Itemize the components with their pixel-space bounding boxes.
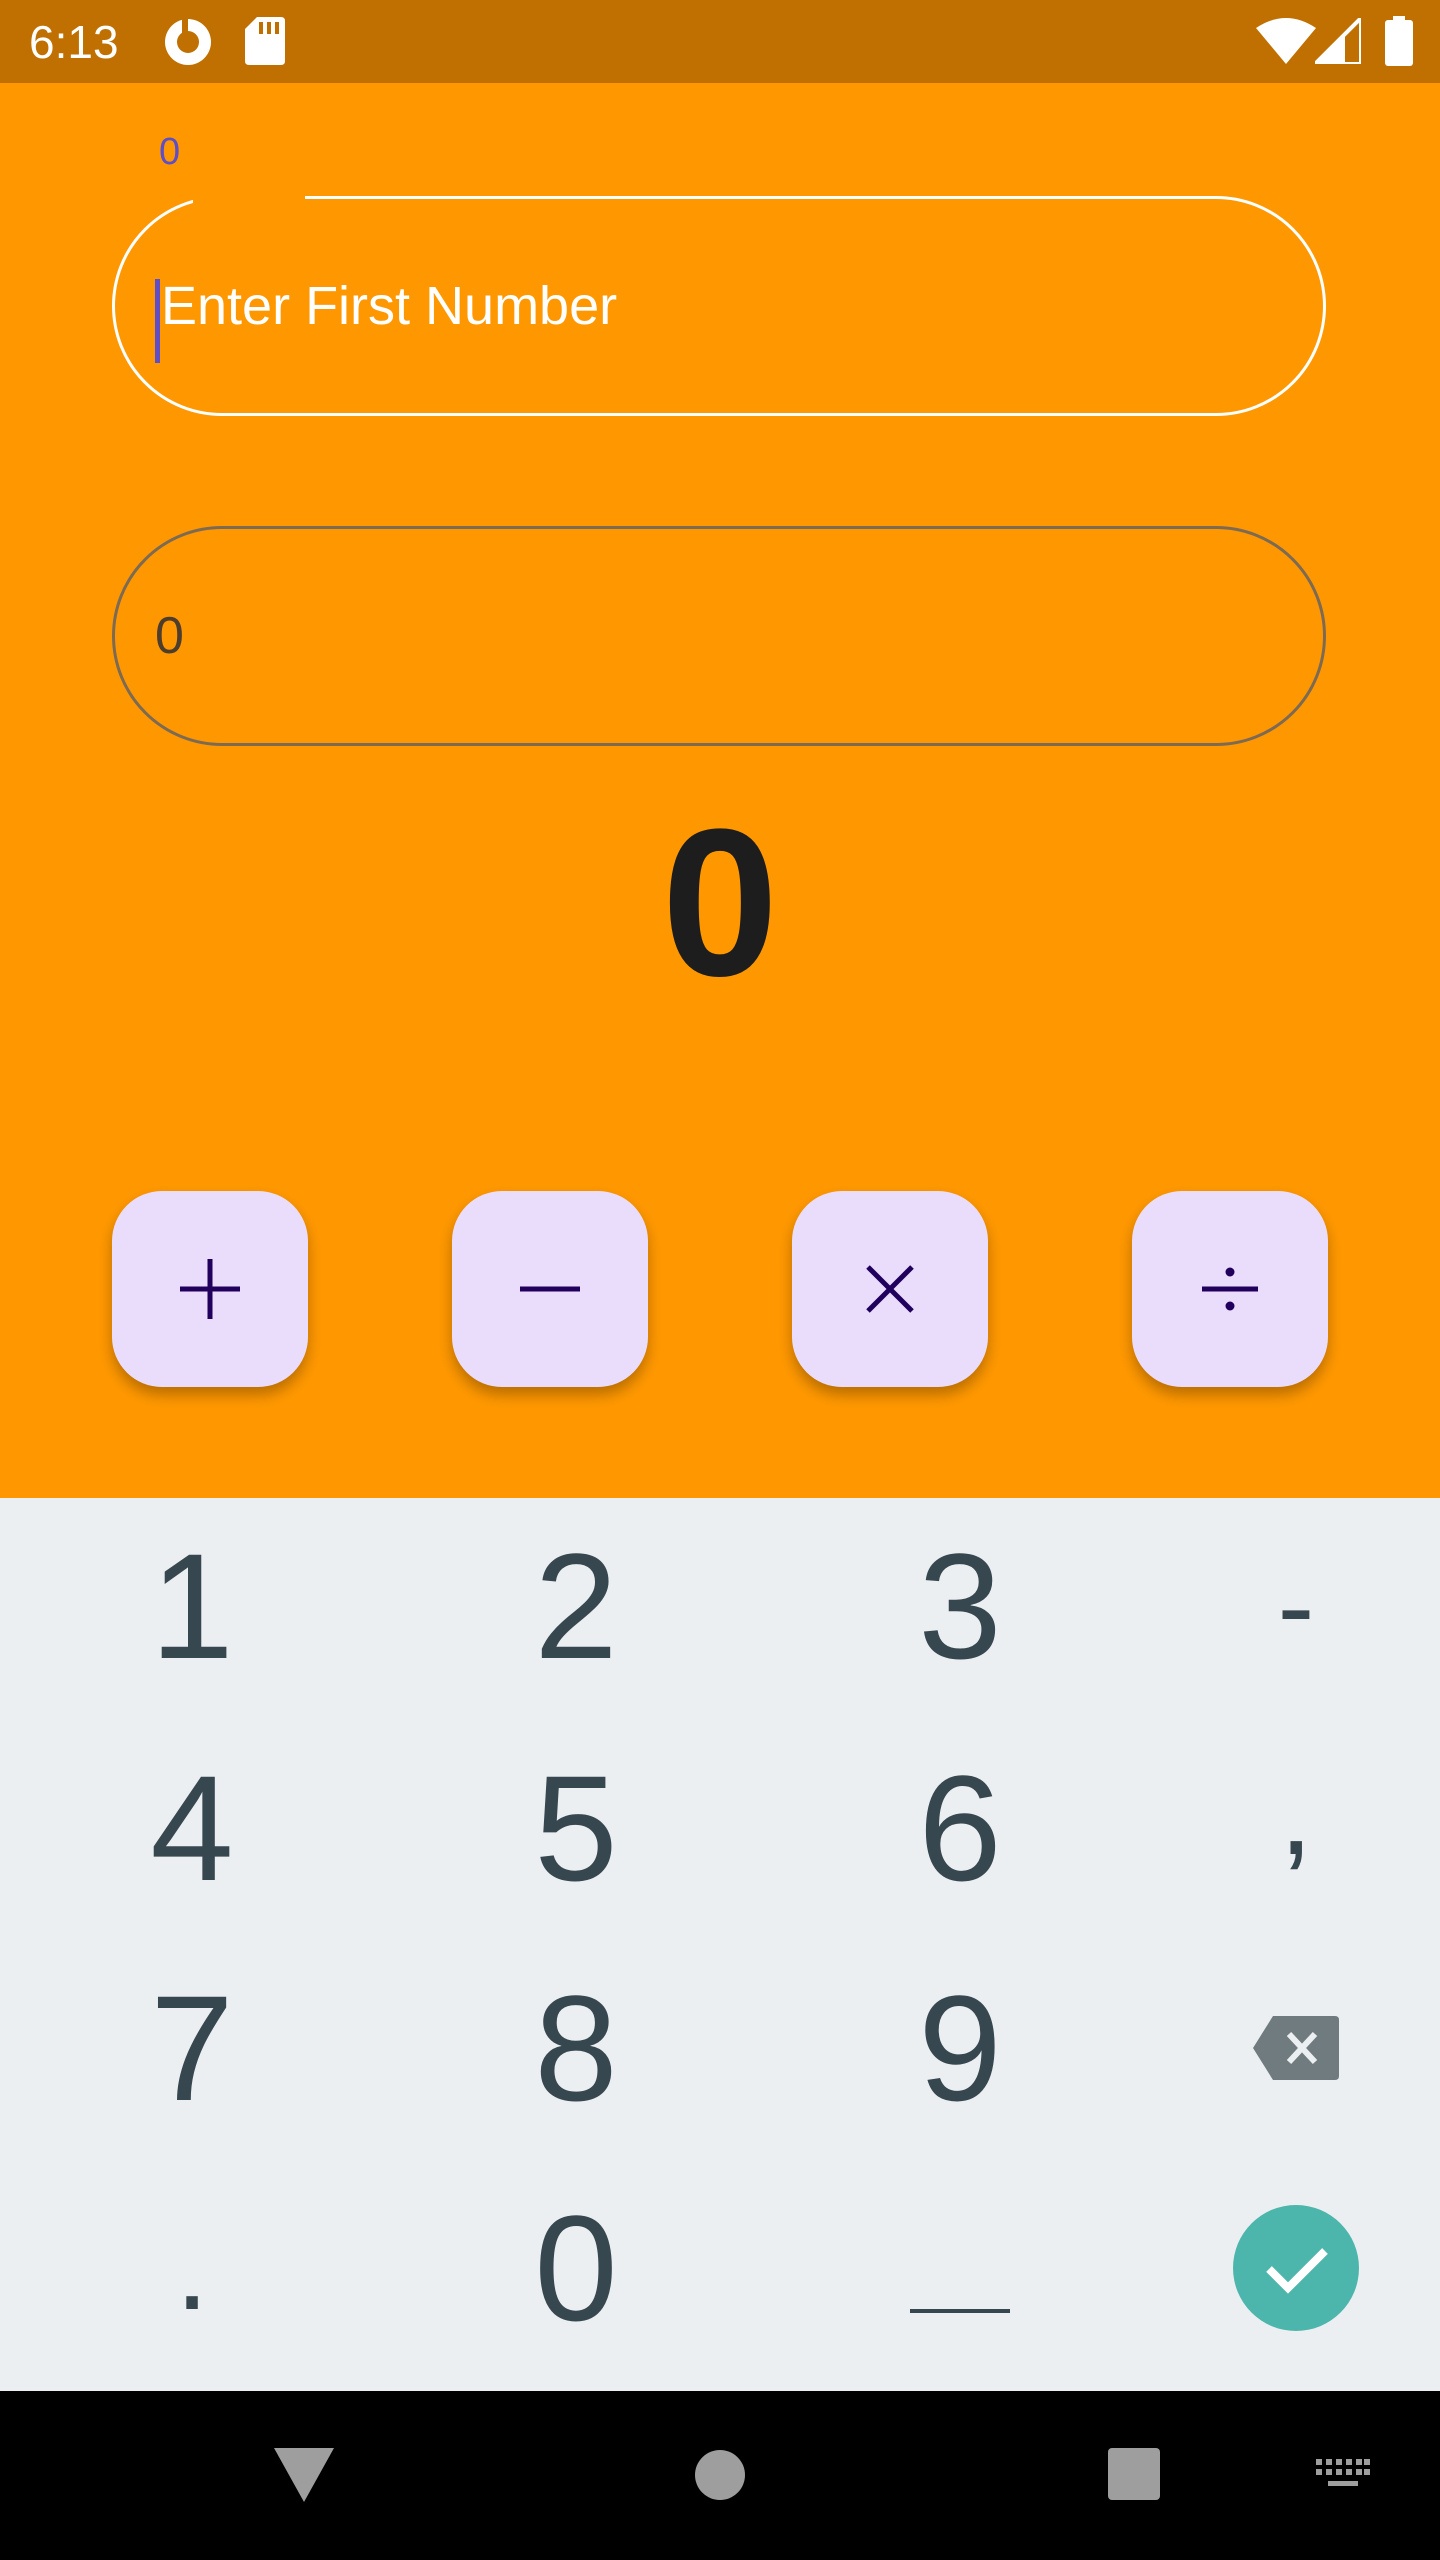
first-number-placeholder: Enter First Number — [161, 276, 618, 336]
key-4[interactable]: 4 — [42, 1728, 342, 1928]
add-button[interactable] — [112, 1191, 308, 1387]
key-dot[interactable]: . — [42, 2168, 342, 2368]
text-cursor — [155, 279, 160, 363]
key-2[interactable]: 2 — [426, 1506, 726, 1706]
key-9[interactable]: 9 — [810, 1948, 1110, 2148]
keyboard-switch-icon[interactable] — [1316, 2459, 1370, 2493]
second-number-field[interactable]: 0 — [112, 526, 1326, 746]
key-6[interactable]: 6 — [810, 1728, 1110, 1928]
home-icon[interactable] — [695, 2450, 745, 2500]
key-0[interactable]: 0 — [426, 2168, 726, 2368]
back-icon[interactable] — [274, 2446, 334, 2502]
subtract-button[interactable] — [452, 1191, 648, 1387]
signal-icon — [1310, 13, 1363, 68]
sd-card-icon — [245, 17, 285, 69]
wifi-icon — [1256, 18, 1316, 68]
backspace-key[interactable] — [1146, 1948, 1440, 2148]
data-saver-icon — [163, 17, 213, 71]
space-key[interactable] — [810, 2168, 1110, 2368]
space-icon — [910, 2309, 1010, 2313]
enter-key[interactable] — [1146, 2168, 1440, 2368]
times-icon — [866, 1265, 914, 1313]
key-dash[interactable]: - — [1146, 1506, 1440, 1706]
key-1[interactable]: 1 — [42, 1506, 342, 1706]
key-7[interactable]: 7 — [42, 1948, 342, 2148]
key-comma[interactable]: , — [1146, 1713, 1440, 1913]
recents-icon[interactable] — [1108, 2448, 1160, 2500]
battery-icon — [1385, 16, 1413, 70]
key-5[interactable]: 5 — [426, 1728, 726, 1928]
multiply-button[interactable] — [792, 1191, 988, 1387]
status-bar: 6:13 — [0, 0, 1440, 83]
minus-icon — [520, 1286, 580, 1292]
key-3[interactable]: 3 — [810, 1506, 1110, 1706]
key-8[interactable]: 8 — [426, 1948, 726, 2148]
check-icon — [1233, 2205, 1359, 2331]
first-number-label: 0 — [159, 131, 181, 173]
first-number-field[interactable]: 0 Enter First Number — [112, 131, 1326, 416]
second-number-value: 0 — [155, 607, 184, 665]
status-time: 6:13 — [29, 16, 119, 68]
backspace-icon — [1253, 2016, 1339, 2080]
calculator-screen: 0 Enter First Number 0 0 — [0, 83, 1440, 1498]
result-display: 0 — [661, 785, 779, 1020]
plus-icon — [180, 1259, 240, 1319]
divide-icon — [1202, 1267, 1258, 1311]
navigation-bar — [0, 2391, 1440, 2560]
numeric-keyboard: 1 2 3 - 4 5 6 , 7 8 9 . 0 — [0, 1498, 1440, 2391]
divide-button[interactable] — [1132, 1191, 1328, 1387]
